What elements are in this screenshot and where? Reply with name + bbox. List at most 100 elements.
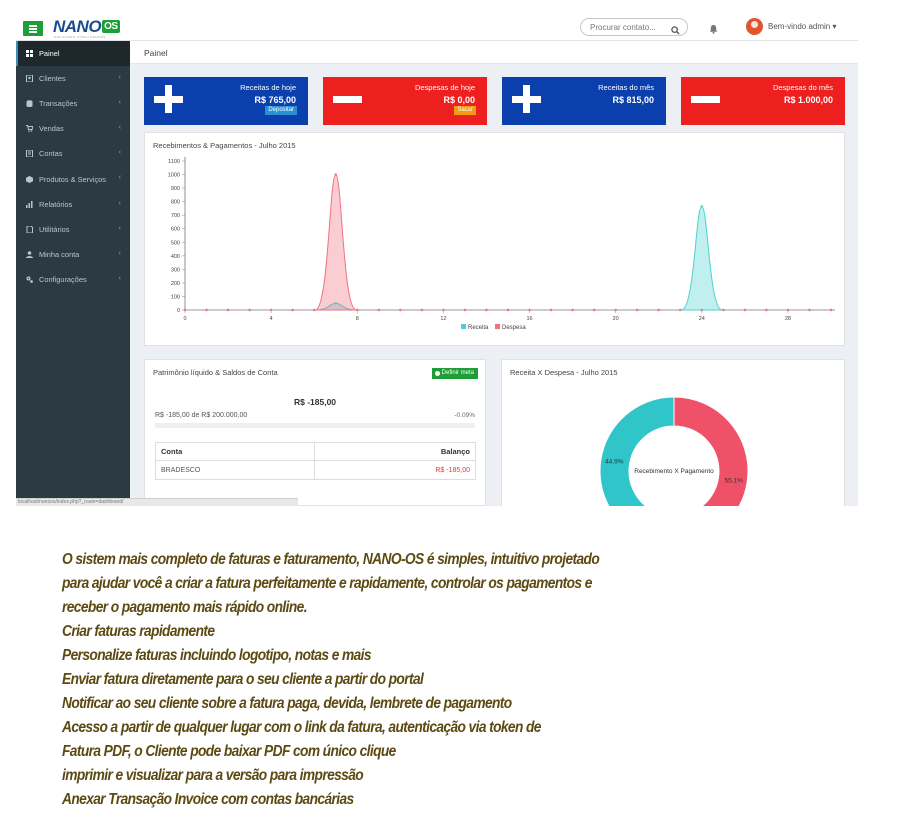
sidebar-item-label: Vendas [39,124,64,134]
sidebar-item-minha-conta[interactable]: Minha conta ‹ [16,242,130,267]
description-line: Notificar ao seu cliente sobre a fatura … [62,695,512,712]
search-icon[interactable] [671,22,680,40]
sidebar-item-label: Produtos & Serviços [39,174,106,184]
sidebar-item-produtos-servicos[interactable]: Produtos & Serviços ‹ [16,166,130,191]
data-point-receita[interactable] [700,205,703,208]
data-point-despesa[interactable] [463,308,467,312]
stat-label: Receitas de hoje [240,83,296,92]
bell-icon[interactable] [709,21,718,39]
data-point-despesa[interactable] [313,308,316,312]
data-point-despesa[interactable] [657,308,660,312]
donut-center-label: Recebimento X Pagamento [634,468,714,475]
file-icon [26,225,33,233]
sidebar-item-label: Relatórios [39,199,73,209]
column-header-conta: Conta [154,442,316,461]
series-area-despesa [314,174,357,311]
bar-chart-icon [26,200,33,208]
x-tick-label: 0 [183,316,186,322]
data-point-despesa[interactable] [205,308,208,312]
sidebar: Painel Clientes ‹ Transações ‹ Vendas ‹ Contas ‹… [16,41,130,506]
y-tick-label: 300 [171,267,180,273]
data-point-despesa[interactable] [485,308,488,312]
definir-meta-button[interactable]: Definir meta [431,368,478,379]
app-logo[interactable]: NANO OS [53,17,120,37]
data-point-despesa[interactable] [269,308,273,312]
data-point-despesa[interactable] [743,308,747,312]
data-point-despesa[interactable] [679,308,682,312]
data-point-despesa[interactable] [636,308,639,312]
donut-slice-receita[interactable] [599,396,675,506]
account-balance: R$ -185,00 [314,460,476,480]
data-point-despesa[interactable] [291,308,294,312]
data-point-despesa[interactable] [765,308,768,312]
chevron-left-icon: ‹ [118,199,121,207]
sidebar-item-clientes[interactable]: Clientes ‹ [16,66,130,91]
legend-label: Despesa [502,325,526,331]
sidebar-item-vendas[interactable]: Vendas ‹ [16,116,130,141]
sidebar-item-painel[interactable]: Painel [16,41,130,67]
data-point-despesa[interactable] [549,308,553,312]
minus-icon [333,96,362,103]
sacar-button[interactable]: Sacar [454,106,476,115]
sidebar-item-label: Utilitários [39,224,70,234]
main-content: Painel Receitas de hoje R$ 765,00 Deposi… [130,41,858,506]
sidebar-item-contas[interactable]: Contas ‹ [16,141,130,166]
data-point-despesa[interactable] [377,308,380,312]
stat-label: Despesas de hoje [414,83,475,92]
data-point-despesa[interactable] [420,308,424,312]
account-name: BRADESCO [154,460,316,480]
x-tick-label: 20 [613,316,619,322]
data-point-despesa[interactable] [442,308,445,312]
description: O sistem mais completo de faturas e fatu… [62,548,862,812]
data-point-receita[interactable] [334,302,337,305]
menu-toggle-button[interactable] [23,21,43,36]
data-point-despesa[interactable] [786,308,790,312]
description-line: Anexar Transação Invoice com contas banc… [62,791,354,808]
data-point-despesa[interactable] [334,173,337,176]
description-line: Personalize faturas incluindo logotipo, … [62,647,372,664]
data-point-despesa[interactable] [248,308,251,312]
sidebar-item-configuracoes[interactable]: Configurações ‹ [16,267,130,292]
data-point-despesa[interactable] [700,308,703,312]
chevron-left-icon: ‹ [118,149,121,157]
plus-circle-icon [434,371,440,376]
data-point-despesa[interactable] [808,308,811,312]
sidebar-item-transacoes[interactable]: Transações ‹ [16,91,130,116]
data-point-despesa[interactable] [528,308,531,312]
data-point-despesa[interactable] [722,308,725,312]
book-icon [26,150,33,158]
x-tick-label: 8 [356,316,359,322]
data-point-despesa[interactable] [506,308,510,312]
depositar-button[interactable]: Depositar [265,106,297,115]
user-menu[interactable]: Bem-vindo admin ▾ [768,22,837,31]
avatar[interactable] [746,18,763,35]
search-input[interactable] [590,22,670,33]
table-row[interactable]: BRADESCO R$ -185,00 [154,460,476,480]
stat-despesas-hoje: Despesas de hoje R$ 0,00 Sacar [323,77,487,125]
data-point-despesa[interactable] [183,308,187,312]
plus-icon-bar [512,96,541,103]
data-point-despesa[interactable] [399,308,402,312]
stat-label: Despesas do mês [772,83,833,92]
recebimentos-chart-panel: Recebimentos & Pagamentos - Julho 2015 0… [144,132,845,346]
donut-slice-label: 55.1% [725,478,744,485]
data-point-despesa[interactable] [356,308,359,312]
stat-despesas-mes: Despesas do mês R$ 1.000,00 [681,77,845,125]
data-point-despesa[interactable] [829,308,833,312]
sidebar-item-label: Painel [39,49,60,59]
chevron-left-icon: ‹ [118,274,121,282]
logo-text: NANO [53,17,102,36]
description-line: para ajudar você a criar a fatura perfei… [62,575,592,592]
data-point-despesa[interactable] [614,308,617,312]
data-point-despesa[interactable] [592,308,596,312]
patrimonio-panel: Patrimônio líquido & Saldos de Conta Def… [144,359,486,506]
sidebar-item-utilitarios[interactable]: Utilitários ‹ [16,217,130,242]
x-tick-label: 16 [526,316,532,322]
search-box[interactable] [580,18,688,36]
sidebar-item-relatorios[interactable]: Relatórios ‹ [16,192,130,217]
address-book-icon [26,75,33,83]
database-icon [26,100,33,108]
y-tick-label: 1100 [168,159,180,165]
data-point-despesa[interactable] [571,308,574,312]
data-point-despesa[interactable] [226,308,230,312]
